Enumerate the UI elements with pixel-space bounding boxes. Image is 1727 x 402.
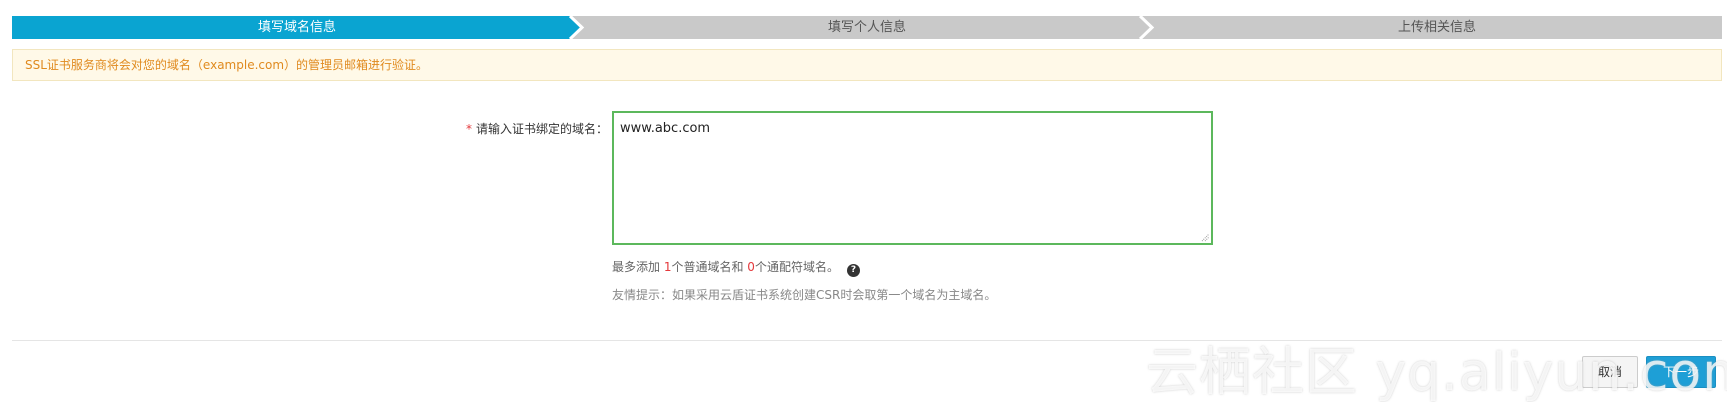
progress-steps: 填写域名信息 填写个人信息 上传相关信息 [12, 16, 1722, 39]
question-circle-icon[interactable]: ? [846, 264, 860, 277]
domain-label: * 请输入证书绑定的域名： [380, 120, 608, 137]
hint-mid: 个普通域名和 [671, 260, 748, 274]
next-button[interactable]: 下一步 [1646, 356, 1716, 388]
notice-banner: SSL证书服务商将会对您的域名（example.com）的管理员邮箱进行验证。 [12, 49, 1722, 81]
hint-prefix: 最多添加 [612, 260, 664, 274]
cancel-button[interactable]: 取消 [1582, 356, 1638, 388]
footer-divider [12, 340, 1722, 341]
step-1-label: 填写域名信息 [257, 20, 336, 35]
friendly-tip-text: 友情提示：如果采用云盾证书系统创建CSR时会取第一个域名为主域名。 [612, 288, 997, 302]
notice-text: SSL证书服务商将会对您的域名（example.com）的管理员邮箱进行验证。 [25, 58, 429, 72]
step-2-label: 填写个人信息 [827, 20, 906, 35]
friendly-tip: 友情提示：如果采用云盾证书系统创建CSR时会取第一个域名为主域名。 [612, 286, 996, 303]
domain-input[interactable] [612, 111, 1213, 245]
wildcard-domain-count: 0 [747, 260, 755, 274]
step-3-label: 上传相关信息 [1397, 20, 1476, 35]
domain-limit-hint: 最多添加 1个普通域名和 0个通配符域名。? [612, 258, 860, 277]
domain-label-text: 请输入证书绑定的域名： [475, 122, 608, 136]
hint-suffix: 个通配符域名。 [754, 260, 839, 274]
required-mark: * [465, 122, 472, 136]
resize-grip-icon[interactable] [1201, 233, 1210, 242]
